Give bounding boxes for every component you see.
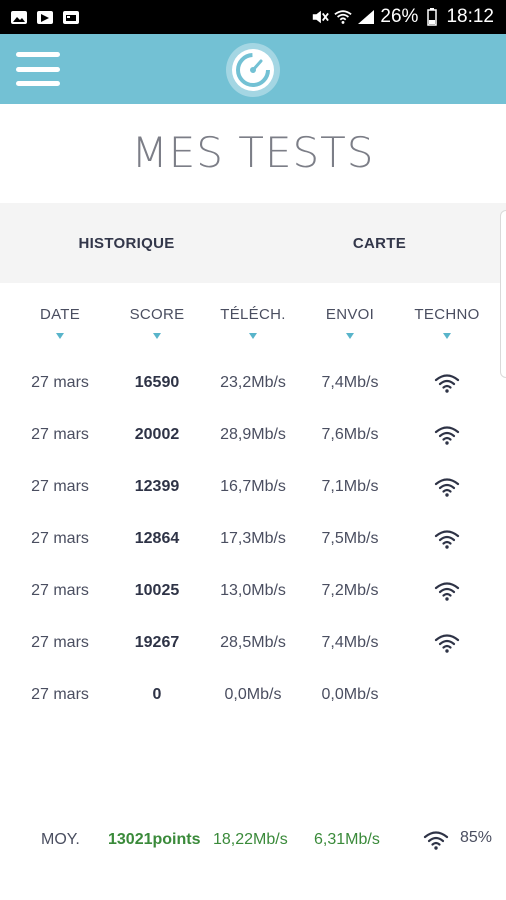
sort-arrow-icon (56, 333, 64, 339)
clock: 18:12 (446, 6, 494, 27)
table-row[interactable]: 27 mars 0 0,0Mb/s 0,0Mb/s (0, 669, 506, 721)
wifi-icon (392, 409, 502, 461)
upload-cell: 7,4Mb/s (321, 634, 379, 651)
sort-arrow-icon (346, 333, 354, 339)
date-cell: 27 mars (31, 686, 89, 703)
wifi-icon (423, 830, 449, 856)
speedometer-logo-icon (225, 42, 281, 98)
wifi-icon (392, 461, 502, 513)
hamburger-icon[interactable] (16, 52, 60, 86)
tab-carte[interactable]: CARTE (253, 203, 506, 283)
score-cell: 12864 (134, 530, 180, 547)
average-upload: 6,31Mb/s (314, 831, 380, 848)
column-label: TÉLÉCH. (220, 306, 286, 323)
battery-icon (423, 8, 441, 26)
table-row[interactable]: 27 mars 20002 28,9Mb/s 7,6Mb/s (0, 409, 506, 461)
flag-notification-icon (36, 9, 54, 25)
download-cell: 13,0Mb/s (220, 582, 286, 599)
upload-cell: 7,4Mb/s (321, 374, 379, 391)
column-upload-header[interactable]: ENVOI (300, 306, 400, 339)
upload-cell: 0,0Mb/s (321, 686, 379, 703)
mute-icon (311, 9, 330, 25)
page-title: MES TESTS (131, 128, 375, 177)
table-row[interactable]: 27 mars 10025 13,0Mb/s 7,2Mb/s (0, 565, 506, 617)
date-cell: 27 mars (31, 582, 89, 599)
download-cell: 17,3Mb/s (220, 530, 286, 547)
date-cell: 27 mars (31, 374, 89, 391)
column-label: DATE (39, 306, 81, 323)
calendar-notification-icon (62, 9, 80, 25)
upload-cell: 7,1Mb/s (321, 478, 379, 495)
score-cell: 12399 (134, 478, 180, 495)
sort-arrow-icon (249, 333, 257, 339)
tab-bar: HISTORIQUE CARTE (0, 203, 506, 283)
download-cell: 28,9Mb/s (220, 426, 286, 443)
results-table: 27 mars 16590 23,2Mb/s 7,4Mb/s 27 mars 2… (0, 357, 506, 721)
score-cell: 20002 (134, 426, 180, 443)
wifi-icon (392, 565, 502, 617)
techno-cell-empty (392, 669, 502, 721)
wifi-status-icon (334, 9, 353, 25)
table-header: DATE SCORE TÉLÉCH. ENVOI TECHNO (0, 306, 506, 356)
score-cell: 16590 (134, 374, 180, 391)
column-techno-header[interactable]: TECHNO (397, 306, 497, 339)
download-cell: 28,5Mb/s (220, 634, 286, 651)
table-row[interactable]: 27 mars 12864 17,3Mb/s 7,5Mb/s (0, 513, 506, 565)
table-row[interactable]: 27 mars 12399 16,7Mb/s 7,1Mb/s (0, 461, 506, 513)
sort-arrow-icon (153, 333, 161, 339)
score-cell: 10025 (134, 582, 180, 599)
table-row[interactable]: 27 mars 16590 23,2Mb/s 7,4Mb/s (0, 357, 506, 409)
download-cell: 16,7Mb/s (220, 478, 286, 495)
upload-cell: 7,5Mb/s (321, 530, 379, 547)
tab-historique[interactable]: HISTORIQUE (0, 203, 253, 283)
wifi-icon (392, 357, 502, 409)
gallery-notification-icon (10, 9, 28, 25)
download-cell: 23,2Mb/s (220, 374, 286, 391)
column-date-header[interactable]: DATE (10, 306, 110, 339)
column-label: SCORE (129, 306, 185, 323)
app-bar (0, 34, 506, 104)
battery-percent: 26% (380, 6, 419, 27)
score-cell: 0 (152, 686, 162, 703)
column-label: ENVOI (325, 306, 375, 323)
wifi-share-percent: 85% (460, 829, 493, 846)
average-row: MOY. 13021points 18,22Mb/s 6,31Mb/s 85% (0, 818, 506, 862)
column-download-header[interactable]: TÉLÉCH. (203, 306, 303, 339)
date-cell: 27 mars (31, 478, 89, 495)
upload-cell: 7,6Mb/s (321, 426, 379, 443)
column-score-header[interactable]: SCORE (107, 306, 207, 339)
wifi-icon (392, 617, 502, 669)
status-bar: 26% 18:12 (0, 0, 506, 34)
date-cell: 27 mars (31, 530, 89, 547)
column-label: TECHNO (414, 306, 480, 323)
sort-arrow-icon (443, 333, 451, 339)
date-cell: 27 mars (31, 634, 89, 651)
table-row[interactable]: 27 mars 19267 28,5Mb/s 7,4Mb/s (0, 617, 506, 669)
average-label: MOY. (41, 831, 80, 848)
wifi-icon (392, 513, 502, 565)
upload-cell: 7,2Mb/s (321, 582, 379, 599)
download-cell: 0,0Mb/s (224, 686, 282, 703)
average-score: 13021points (108, 831, 201, 848)
score-cell: 19267 (134, 634, 180, 651)
signal-icon (357, 9, 375, 25)
date-cell: 27 mars (31, 426, 89, 443)
average-download: 18,22Mb/s (213, 831, 288, 848)
